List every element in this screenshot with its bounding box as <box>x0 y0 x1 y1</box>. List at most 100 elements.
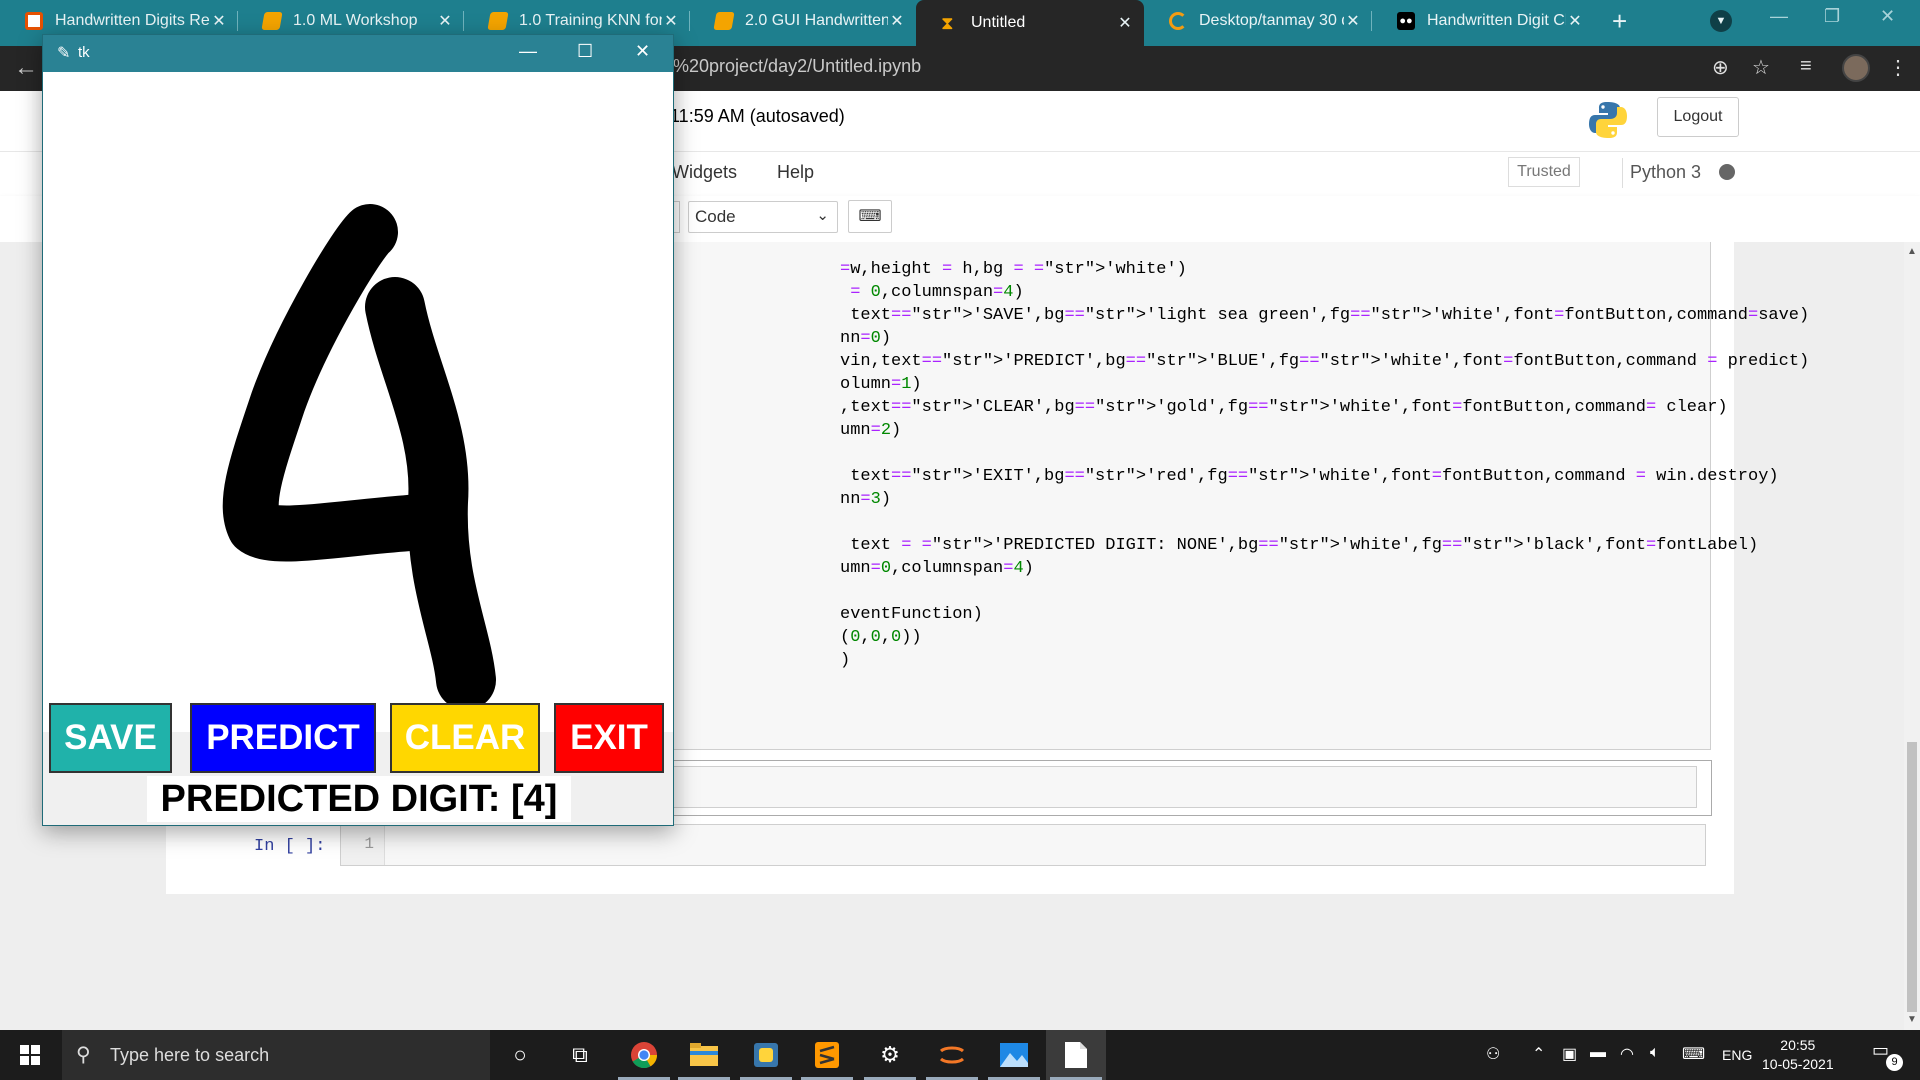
tab-handwritten-digit-cla[interactable]: ●● Handwritten Digit Cla ✕ <box>1372 0 1594 42</box>
cell-type-value: Code <box>695 207 736 226</box>
kernel-divider <box>1622 158 1623 188</box>
python-logo-icon <box>1589 102 1627 138</box>
close-tab-icon[interactable]: ✕ <box>888 11 906 31</box>
python-app-icon[interactable] <box>736 1030 796 1080</box>
tk-window: ✎ tk — ☐ ✕ SAVE PREDICT CLEAR EXIT PREDI… <box>42 34 674 826</box>
exit-button[interactable]: EXIT <box>554 703 664 773</box>
windows-start-icon[interactable] <box>20 1045 40 1065</box>
meet-now-icon[interactable]: ▣ <box>1562 1044 1577 1064</box>
close-tab-icon[interactable]: ✕ <box>662 11 680 31</box>
book-icon <box>487 12 509 30</box>
settings-gear-icon[interactable]: ⚙ <box>860 1030 920 1080</box>
minimize-icon[interactable]: — <box>1770 6 1788 27</box>
maximize-icon[interactable]: ☐ <box>577 41 593 62</box>
code-line: ) <box>840 651 851 670</box>
close-tab-icon[interactable]: ✕ <box>1344 11 1362 31</box>
code-line: = 0,columnspan=4) <box>850 283 1024 302</box>
keyboard-icon[interactable]: ⌨ <box>1682 1044 1705 1064</box>
notepad-icon[interactable] <box>1046 1030 1106 1080</box>
chevron-down-icon: ⌄ <box>816 207 829 224</box>
code-line: vin,text=="str">'PREDICT',bg=="str">'BLU… <box>840 352 1810 371</box>
code-line: nn=0) <box>840 329 892 348</box>
search-icon: ⚲ <box>76 1044 91 1066</box>
task-view-icon[interactable]: ⧉ <box>550 1030 610 1080</box>
code-line: text=="str">'SAVE',bg=="str">'light sea … <box>840 306 1810 325</box>
code-line: nn=3) <box>840 490 892 509</box>
predict-button[interactable]: PREDICT <box>190 703 376 773</box>
clear-button[interactable]: CLEAR <box>390 703 540 773</box>
close-tab-icon[interactable]: ✕ <box>210 11 228 31</box>
close-icon[interactable]: ✕ <box>635 41 650 62</box>
scroll-up-icon[interactable]: ▲ <box>1907 246 1917 257</box>
bookmark-star-icon[interactable]: ☆ <box>1752 55 1770 80</box>
people-icon[interactable]: ⚇ <box>1486 1044 1500 1064</box>
close-tab-icon[interactable]: ✕ <box>1116 13 1134 33</box>
tk-titlebar[interactable]: ✎ tk — ☐ ✕ <box>43 35 673 72</box>
restore-icon[interactable]: ❐ <box>1824 6 1840 27</box>
cell-type-select[interactable]: Code ⌄ <box>688 201 838 233</box>
media-control-icon[interactable]: ≡ <box>1800 55 1812 78</box>
minimize-icon[interactable]: — <box>519 41 537 62</box>
menu-kebab-icon[interactable]: ⋮ <box>1888 55 1908 80</box>
volume-icon[interactable]: 🔈︎ <box>1650 1044 1660 1062</box>
chevron-up-icon[interactable]: ⌃ <box>1532 1044 1545 1064</box>
line-number: 1 <box>341 825 385 865</box>
kernel-status-icon <box>1719 164 1735 180</box>
close-window-icon[interactable]: ✕ <box>1880 6 1895 27</box>
code-line: umn=0,columnspan=4) <box>840 559 1034 578</box>
scroll-down-icon[interactable]: ▼ <box>1907 1014 1917 1025</box>
drawing-canvas[interactable] <box>43 72 673 732</box>
zoom-icon[interactable]: ⊕ <box>1712 55 1729 80</box>
chrome-icon[interactable] <box>614 1030 674 1080</box>
predicted-digit-label: PREDICTED DIGIT: [4] <box>147 776 571 822</box>
photos-icon[interactable] <box>984 1030 1044 1080</box>
url-field[interactable]: %20project/day2/Untitled.ipynb <box>673 56 921 77</box>
tk-title: tk <box>78 44 90 61</box>
code-line: text = ="str">'PREDICTED DIGIT: NONE',bg… <box>840 536 1759 555</box>
keyboard-icon: ⌨ <box>858 208 882 225</box>
wifi-icon[interactable]: ◠ <box>1620 1044 1634 1064</box>
jupyter-icon[interactable] <box>922 1030 982 1080</box>
code-line: olumn=1) <box>840 375 922 394</box>
hourglass-icon: ⧗ <box>941 13 954 33</box>
search-placeholder: Type here to search <box>110 1045 270 1065</box>
loading-icon <box>1169 12 1187 30</box>
avatar[interactable] <box>1842 54 1870 82</box>
back-arrow-icon[interactable]: ← <box>14 54 38 82</box>
file-explorer-icon[interactable] <box>674 1030 734 1080</box>
kernel-name[interactable]: Python 3 <box>1630 162 1701 183</box>
battery-icon[interactable]: ▬ <box>1590 1044 1606 1062</box>
code-line: (0,0,0)) <box>840 628 922 647</box>
empty-code-cell[interactable]: 1 <box>340 824 1706 866</box>
tab-search-icon[interactable]: ▼ <box>1710 10 1732 32</box>
tab-untitled[interactable]: ⧗ Untitled ✕ <box>916 0 1144 46</box>
cortana-icon[interactable]: ○ <box>490 1030 550 1080</box>
notification-count: 9 <box>1886 1054 1903 1071</box>
vertical-scrollbar[interactable]: ▲ ▼ <box>1904 242 1920 1030</box>
code-line: =w,height = h,bg = ="str">'white') <box>840 260 1187 279</box>
taskbar-search-input[interactable]: ⚲ Type here to search <box>62 1030 490 1080</box>
notification-center-icon[interactable]: ▭ 9 <box>1872 1040 1903 1071</box>
new-tab-button[interactable]: + <box>1612 6 1627 37</box>
cell-prompt: In [ ]: <box>254 837 326 856</box>
trusted-badge[interactable]: Trusted <box>1508 157 1580 187</box>
tab-desktop-tanmay[interactable]: Desktop/tanmay 30 d ✕ <box>1144 0 1372 42</box>
menu-help[interactable]: Help <box>777 162 814 183</box>
scrollbar-thumb[interactable] <box>1907 742 1917 1012</box>
tab-gui-handwritten[interactable]: 2.0 GUI Handwritten D ✕ <box>690 0 916 42</box>
close-tab-icon[interactable]: ✕ <box>436 11 454 31</box>
save-status: t 11:59 AM (autosaved) <box>660 106 845 126</box>
keyboard-shortcuts-button[interactable]: ⌨ <box>848 200 892 233</box>
logout-button[interactable]: Logout <box>1657 97 1739 137</box>
close-tab-icon[interactable]: ✕ <box>1566 11 1584 31</box>
book-icon <box>713 12 735 30</box>
taskbar-clock[interactable]: 20:55 10-05-2021 <box>1762 1036 1834 1074</box>
code-editor[interactable]: =w,height = h,bg = ="str">'white') = 0,c… <box>840 258 1809 672</box>
menu-widgets[interactable]: Widgets <box>672 162 737 183</box>
save-button[interactable]: SAVE <box>49 703 172 773</box>
sublime-text-icon[interactable] <box>797 1030 857 1080</box>
language-indicator[interactable]: ENG <box>1722 1047 1752 1063</box>
windows-taskbar: ⚲ Type here to search ○ ⧉ ⚙ ⚇ ⌃ ▣ ▬ ◠ 🔈︎… <box>0 1030 1920 1080</box>
